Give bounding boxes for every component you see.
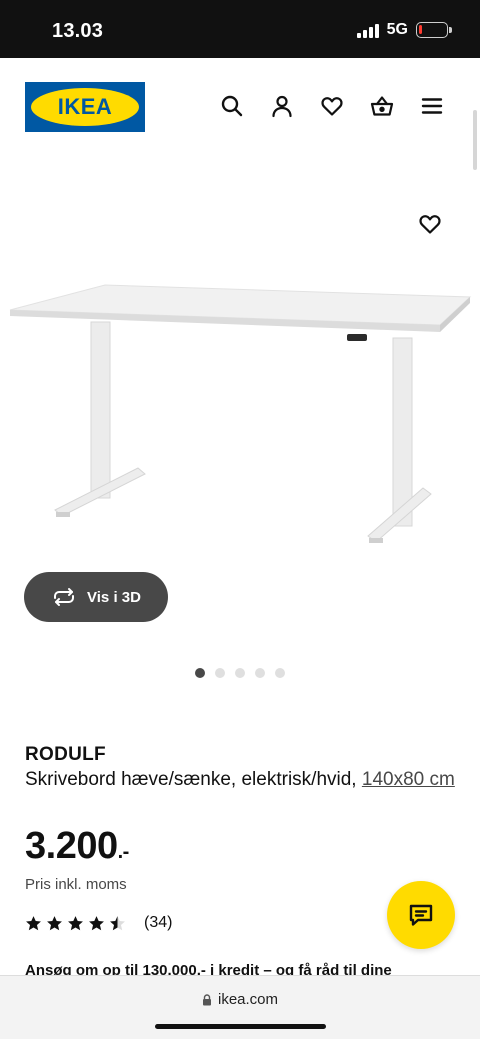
- site-header: IKEA: [0, 58, 480, 158]
- view-in-3d-label: Vis i 3D: [87, 588, 141, 606]
- url-text: ikea.com: [217, 991, 279, 1008]
- price-suffix: .-: [117, 841, 130, 863]
- star-full-icon: [26, 915, 41, 930]
- logo-oval: IKEA: [31, 88, 139, 126]
- browser-address-bar[interactable]: ikea.com: [0, 975, 480, 1039]
- network-label: 5G: [386, 21, 408, 38]
- logo-text: IKEA: [57, 94, 113, 119]
- vat-note: Pris inkl. moms: [25, 876, 127, 893]
- home-indicator[interactable]: [155, 1024, 326, 1029]
- view-in-3d-button[interactable]: Vis i 3D: [24, 572, 168, 622]
- lock-icon: [202, 993, 211, 1005]
- product-description: Skrivebord hæve/sænke, elektrisk/hvid, 1…: [25, 767, 465, 793]
- product-name: RODULF: [25, 744, 106, 765]
- credit-offer-text[interactable]: Ansøg om op til 130.000,- i kredit – og …: [25, 962, 465, 976]
- search-icon[interactable]: [220, 94, 244, 118]
- menu-icon[interactable]: [420, 94, 444, 118]
- favorite-heart-icon[interactable]: [418, 212, 442, 236]
- star-half-icon: [110, 915, 125, 930]
- url-display[interactable]: ikea.com: [0, 991, 480, 1008]
- star-full-icon: [47, 915, 62, 930]
- gallery-dot[interactable]: [195, 668, 205, 678]
- battery-level: [419, 25, 422, 34]
- profile-icon[interactable]: [270, 94, 294, 118]
- status-time: 13.03: [52, 20, 104, 42]
- status-indicators: 5G: [356, 21, 452, 39]
- battery-icon: [416, 22, 452, 38]
- product-rating[interactable]: (34): [25, 914, 172, 932]
- star-full-icon: [89, 915, 104, 930]
- rating-count: (34): [144, 914, 173, 931]
- gallery-dot[interactable]: [235, 668, 245, 678]
- signal-icon: [356, 23, 379, 38]
- basket-icon[interactable]: [370, 94, 394, 118]
- product-price: 3.200.-: [25, 825, 129, 868]
- chat-button[interactable]: [387, 881, 455, 949]
- product-description-text: Skrivebord hæve/sænke, elektrisk/hvid,: [25, 769, 357, 790]
- product-size-link[interactable]: 140x80 cm: [362, 769, 455, 790]
- ikea-logo[interactable]: IKEA: [25, 82, 145, 132]
- gallery-dot[interactable]: [255, 668, 265, 678]
- heart-icon[interactable]: [320, 94, 344, 118]
- star-full-icon: [68, 915, 83, 930]
- gallery-dot[interactable]: [275, 668, 285, 678]
- gallery-dot[interactable]: [215, 668, 225, 678]
- header-actions: [220, 94, 444, 118]
- rotate-3d-icon: [54, 588, 75, 606]
- price-value: 3.200: [25, 825, 118, 867]
- desk-product-image: [9, 284, 472, 543]
- chat-icon: [409, 904, 433, 926]
- status-bar: 13.03 5G: [0, 0, 480, 58]
